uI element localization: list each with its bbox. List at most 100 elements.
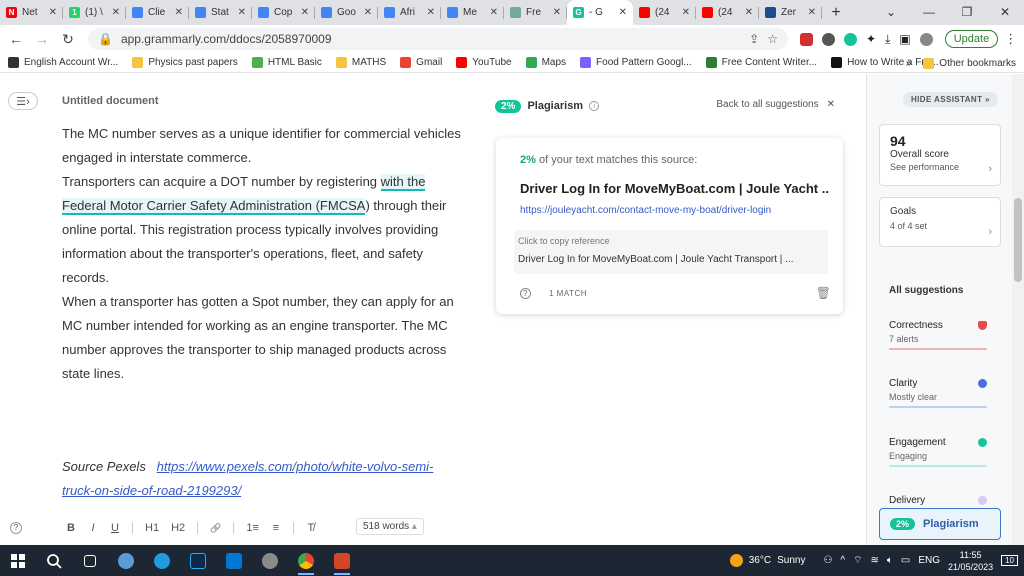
heading1-button[interactable]: H1 <box>145 522 159 534</box>
new-tab-button[interactable]: + <box>822 0 850 25</box>
bookmark-star-icon[interactable]: ☆ <box>767 32 778 46</box>
ordered-list-icon[interactable]: 1≡ <box>246 522 259 534</box>
photoshop-icon[interactable] <box>180 545 216 576</box>
profile-avatar-icon[interactable] <box>919 32 933 46</box>
app-swirl-icon[interactable] <box>252 545 288 576</box>
document-menu-button[interactable]: ☰› <box>8 92 38 110</box>
browser-tab[interactable]: Me ✕ <box>441 0 504 25</box>
link-icon[interactable]: 🔗 <box>210 523 221 534</box>
copy-reference-box[interactable]: Click to copy reference Driver Log In fo… <box>514 230 828 274</box>
category-engagement[interactable]: Engagement Engaging <box>889 437 987 467</box>
help-icon[interactable]: ? <box>10 522 22 534</box>
bookmark-item[interactable]: HTML Basic <box>251 57 322 68</box>
browser-tab[interactable]: Stat ✕ <box>189 0 252 25</box>
sidebar-icon[interactable]: ▣ <box>899 32 910 46</box>
bookmark-item[interactable]: MATHS <box>335 57 386 68</box>
browser-tab[interactable]: Fre ✕ <box>504 0 567 25</box>
heading2-button[interactable]: H2 <box>171 522 185 534</box>
hide-assistant-button[interactable]: HIDE ASSISTANT » <box>903 92 998 107</box>
network-icon[interactable]: ⌔ <box>853 554 862 567</box>
browser-tab[interactable]: Cop ✕ <box>252 0 315 25</box>
notification-icon[interactable]: 10 <box>1001 555 1018 566</box>
category-clarity[interactable]: Clarity Mostly clear <box>889 378 987 408</box>
tab-close-icon[interactable]: ✕ <box>490 7 498 18</box>
menu-kebab-icon[interactable]: ⋮ <box>1004 31 1017 47</box>
tab-close-icon[interactable]: ✕ <box>301 7 309 18</box>
chrome-icon[interactable] <box>288 545 324 576</box>
plagiarism-source-card[interactable]: 2% of your text matches this source: Dri… <box>496 138 843 314</box>
extension-grammarly-icon[interactable] <box>844 32 857 46</box>
overall-score-card[interactable]: 94 Overall score See performance › <box>879 124 1001 186</box>
goals-card[interactable]: Goals 4 of 4 set › <box>879 197 1001 247</box>
edge-icon[interactable] <box>144 545 180 576</box>
powerpoint-icon[interactable] <box>324 545 360 576</box>
info-icon[interactable]: i <box>589 101 600 111</box>
forward-arrow-icon[interactable]: → <box>32 31 52 47</box>
wifi-icon[interactable]: ≋ <box>871 555 879 566</box>
url-input[interactable]: 🔒 app.grammarly.com/ddocs/2058970009 ⇪ ☆ <box>88 28 788 50</box>
page-scrollbar[interactable] <box>1012 74 1024 545</box>
tab-close-icon[interactable]: ✕ <box>238 7 246 18</box>
category-delivery[interactable]: Delivery <box>889 495 987 506</box>
document-title[interactable]: Untitled document <box>62 95 159 107</box>
scrollbar-thumb[interactable] <box>1014 198 1022 282</box>
volume-icon[interactable]: 🔈︎ <box>887 555 893 566</box>
search-icon[interactable] <box>36 545 72 576</box>
browser-tab[interactable]: Afri ✕ <box>378 0 441 25</box>
bookmark-item[interactable]: Free Content Writer... <box>705 57 817 68</box>
unordered-list-icon[interactable]: ≡ <box>271 522 281 534</box>
plagiarism-button[interactable]: 2% Plagiarism <box>879 508 1001 540</box>
document-editor[interactable]: The MC number serves as a unique identif… <box>62 122 462 386</box>
close-window-button[interactable]: ✕ <box>986 0 1024 25</box>
tab-close-icon[interactable]: ✕ <box>808 7 816 18</box>
minimize-button[interactable]: — <box>910 0 948 25</box>
extension-red-icon[interactable] <box>800 32 813 46</box>
underline-button[interactable]: U <box>110 522 120 534</box>
browser-tab[interactable]: N Net ✕ <box>0 0 63 25</box>
bookmark-item[interactable]: YouTube <box>456 57 512 68</box>
chevron-up-icon[interactable]: ^ <box>840 555 845 566</box>
question-icon[interactable]: ? <box>520 288 531 299</box>
language-indicator[interactable]: ENG <box>918 555 940 566</box>
bookmark-item[interactable]: Physics past papers <box>132 57 238 68</box>
trash-icon[interactable]: 🗑 <box>816 286 831 300</box>
other-bookmarks[interactable]: Other bookmarks <box>923 57 1016 69</box>
browser-tab[interactable]: Goo ✕ <box>315 0 378 25</box>
update-button[interactable]: Update <box>944 30 999 48</box>
download-icon[interactable]: ⤓ <box>885 32 890 47</box>
bookmark-item[interactable]: Maps <box>525 57 566 68</box>
tab-close-icon[interactable]: ✕ <box>364 7 372 18</box>
clear-format-icon[interactable]: T̸ <box>306 522 316 534</box>
close-icon[interactable]: ✕ <box>827 99 835 110</box>
extension-mask-icon[interactable] <box>822 32 835 46</box>
tab-close-icon[interactable]: ✕ <box>553 7 561 18</box>
clock[interactable]: 11:55 21/05/2023 <box>948 549 993 573</box>
tab-close-icon[interactable]: ✕ <box>427 7 435 18</box>
bold-button[interactable]: B <box>66 522 76 534</box>
mail-icon[interactable] <box>216 545 252 576</box>
tab-close-icon[interactable]: ✕ <box>175 7 183 18</box>
tab-close-icon[interactable]: ✕ <box>49 7 57 18</box>
italic-button[interactable]: I <box>88 522 98 534</box>
browser-tab[interactable]: (24 ✕ <box>633 0 696 25</box>
share-icon[interactable]: ⇪ <box>749 32 759 46</box>
battery-icon[interactable]: ▭ <box>901 555 910 566</box>
category-correctness[interactable]: Correctness 7 alerts <box>889 320 987 350</box>
tab-close-icon[interactable]: ✕ <box>619 7 627 18</box>
weather-widget[interactable]: 36°C Sunny <box>729 554 805 567</box>
reload-icon[interactable]: ↻ <box>58 31 78 48</box>
source-url-link[interactable]: https://jouleyacht.com/contact-move-my-b… <box>520 205 771 216</box>
tab-close-icon[interactable]: ✕ <box>682 7 690 18</box>
browser-tab[interactable]: 1 (1) \ ✕ <box>63 0 126 25</box>
back-to-suggestions-link[interactable]: Back to all suggestions ✕ <box>716 99 835 110</box>
tab-close-icon[interactable]: ✕ <box>112 7 120 18</box>
bookmarks-more-icon[interactable]: » <box>906 58 912 69</box>
people-icon[interactable]: ⚇ <box>823 555 832 566</box>
task-view-icon[interactable] <box>72 545 108 576</box>
browser-tab[interactable]: G - G ✕ <box>567 0 633 25</box>
restore-button[interactable]: ❐ <box>948 0 986 25</box>
browser-tab[interactable]: (24 ✕ <box>696 0 759 25</box>
word-count-dropdown[interactable]: 518 words ▴ <box>356 518 424 535</box>
app-globe-icon[interactable] <box>108 545 144 576</box>
tab-search-icon[interactable]: ⌄ <box>872 0 910 25</box>
